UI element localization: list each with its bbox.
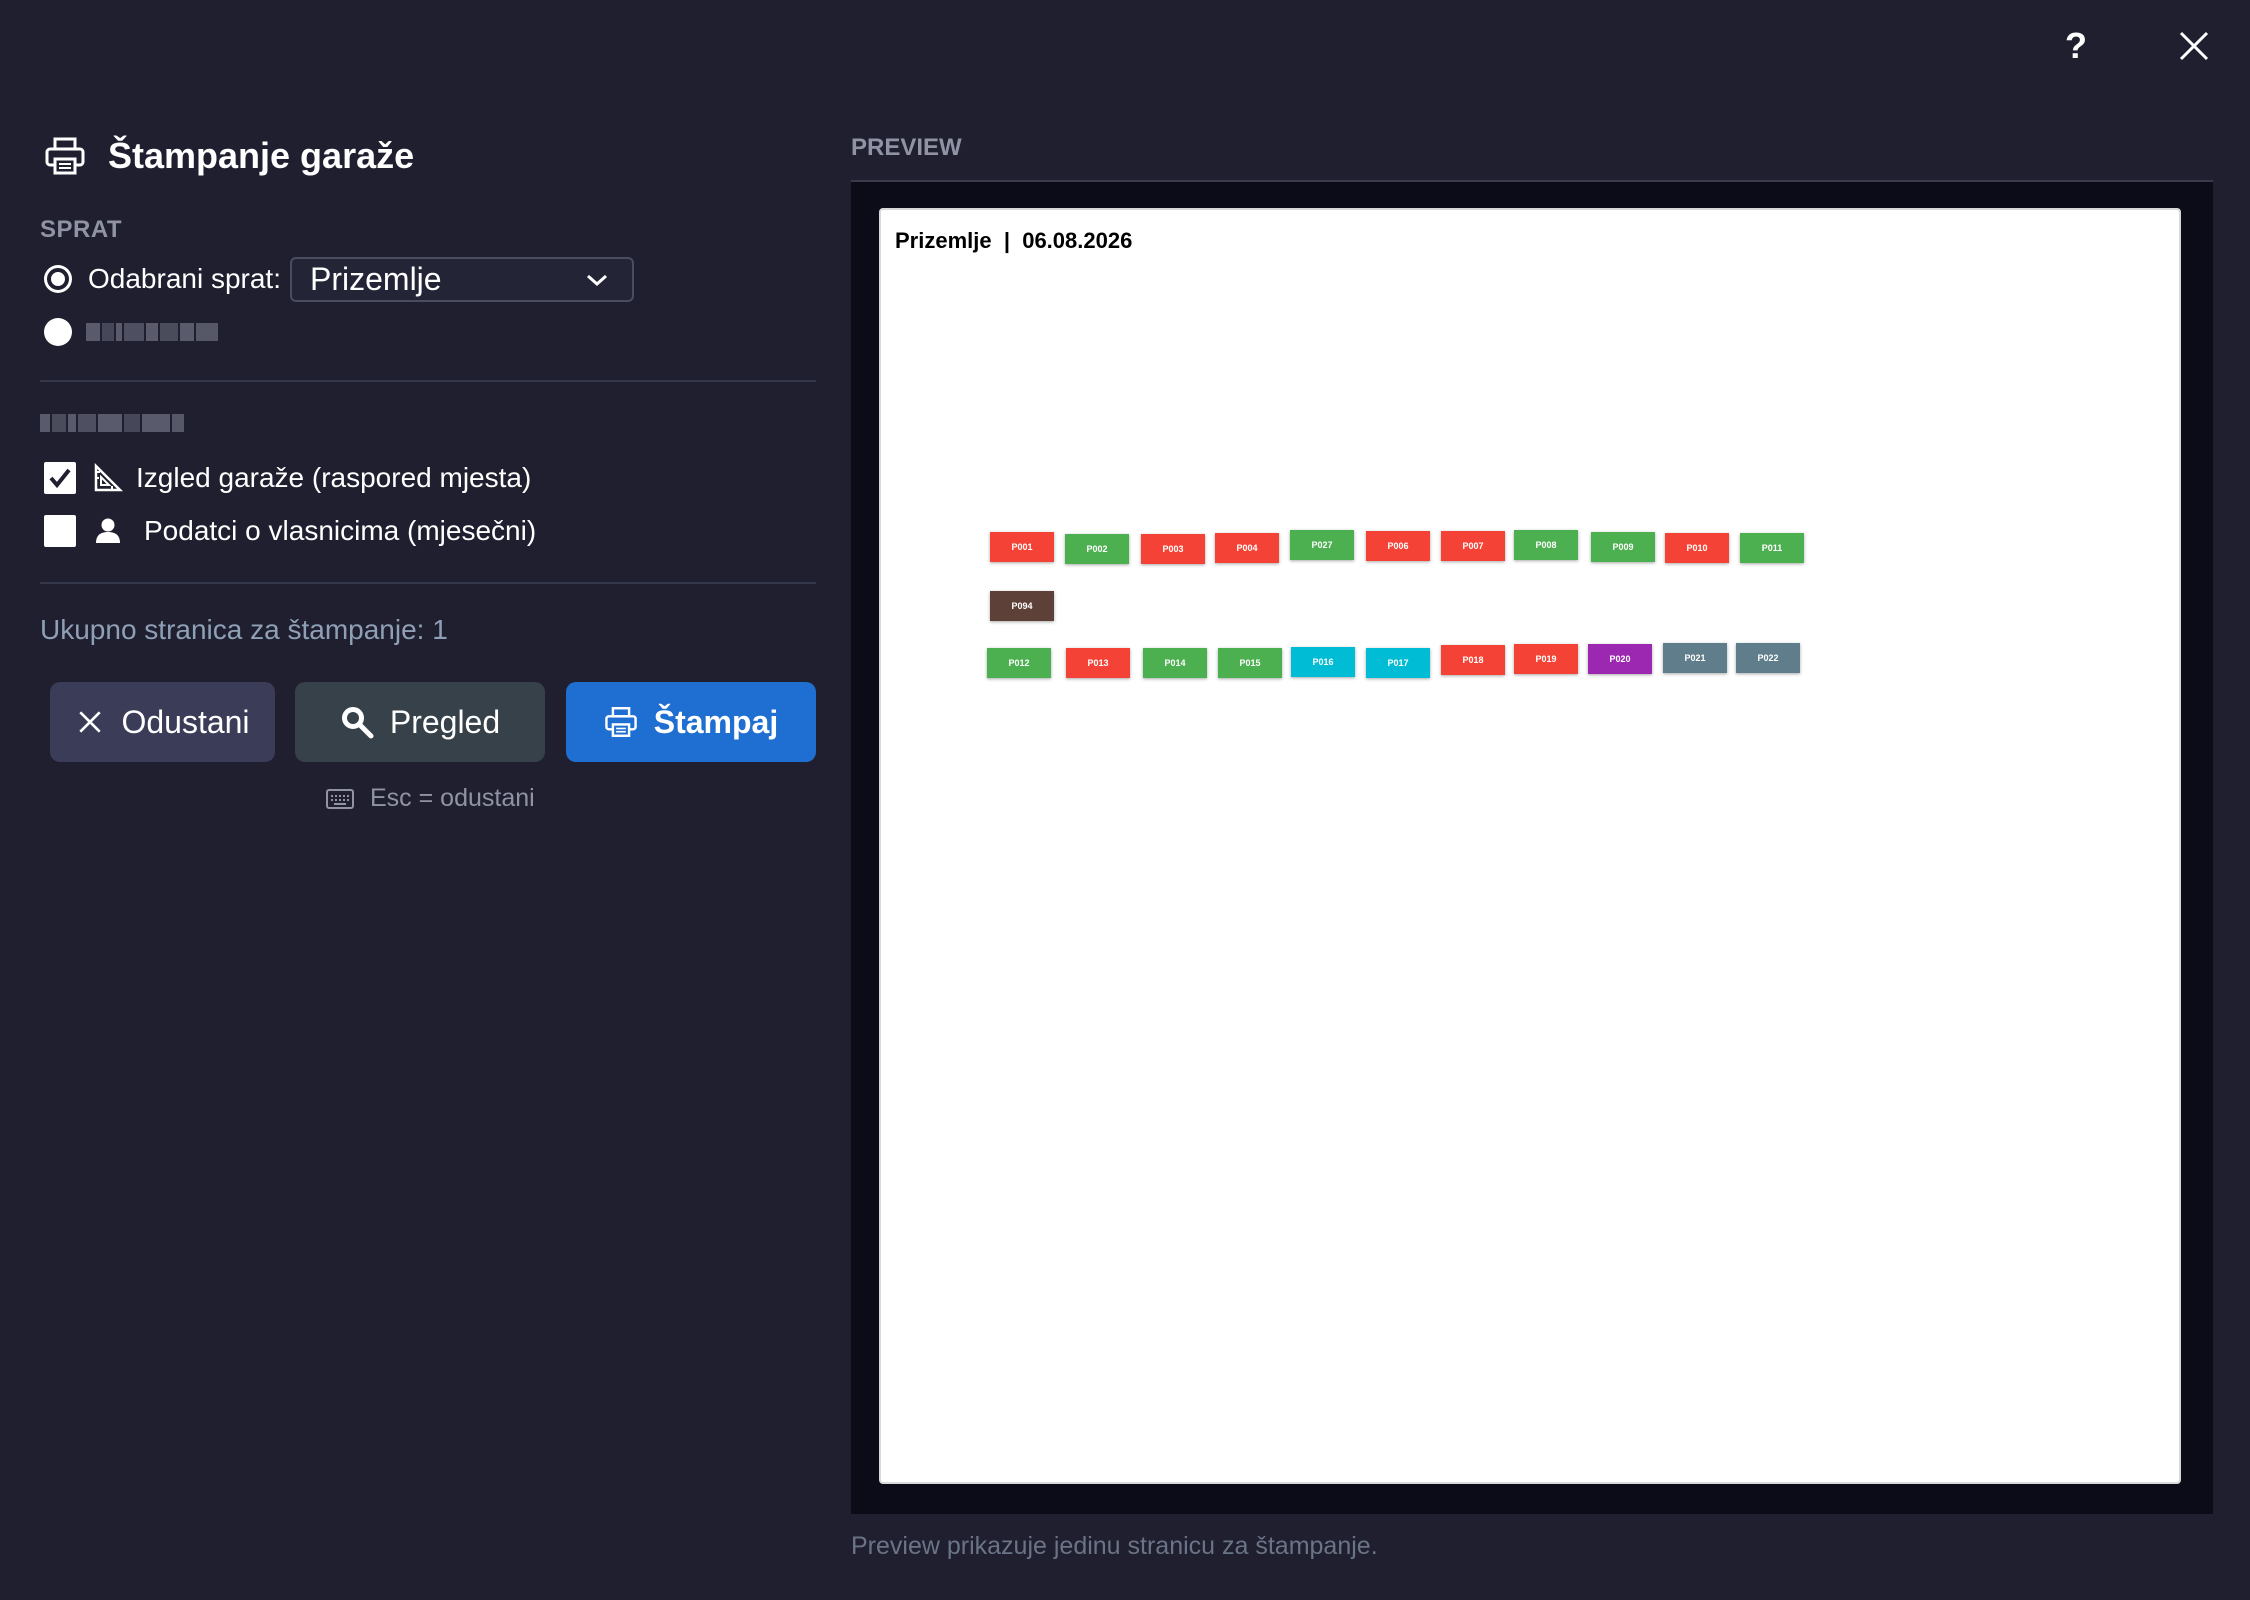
parking-spot: P016 — [1291, 647, 1355, 677]
parking-spot: P009 — [1591, 532, 1655, 562]
preview-label: PREVIEW — [851, 134, 962, 161]
parking-spot: P019 — [1514, 644, 1578, 674]
parking-spot: P018 — [1441, 645, 1505, 675]
printer-icon — [604, 707, 637, 737]
floor-select[interactable]: Prizemlje — [290, 257, 634, 302]
divider — [40, 582, 816, 584]
printer-icon — [45, 137, 85, 175]
triangle-ruler-icon — [94, 462, 124, 492]
redacted-label — [86, 323, 218, 341]
magnifier-icon — [341, 707, 374, 739]
print-button[interactable]: Štampaj — [566, 682, 816, 762]
floor-section-label: SPRAT — [40, 216, 123, 243]
print-button-label: Štampaj — [653, 703, 779, 740]
keyboard-hint: Esc = odustani — [326, 784, 535, 813]
parking-spot: P007 — [1441, 531, 1505, 561]
parking-spot: P011 — [1740, 533, 1804, 563]
radio-selected-floor[interactable] — [44, 265, 72, 293]
parking-spot: P020 — [1588, 644, 1652, 674]
parking-spot: P094 — [990, 591, 1054, 621]
close-icon — [79, 711, 102, 733]
divider — [40, 380, 816, 382]
layout-label: Izgled garaže (raspored mjesta) — [136, 462, 532, 493]
radio-selected-floor-label: Odabrani sprat: — [88, 263, 281, 294]
preview-footer-text: Preview prikazuje jedinu stranicu za šta… — [851, 1532, 1378, 1560]
checkmark-icon — [49, 468, 71, 489]
parking-spot: P013 — [1066, 648, 1130, 678]
print-dialog: ? Štampanje garaže SPRAT Odabrani sprat:… — [0, 0, 2250, 1600]
owners-checkbox[interactable] — [44, 515, 76, 547]
dialog-header: Štampanje garaže — [44, 134, 414, 178]
radio-all-floors[interactable] — [44, 318, 72, 346]
parking-spot: P017 — [1366, 648, 1430, 678]
parking-spot: P022 — [1736, 643, 1800, 673]
preview-frame: Prizemlje | 06.08.2026 P001 P002 P003 P004 P… — [851, 180, 2213, 1514]
keyboard-icon — [326, 788, 354, 809]
parking-spot: P012 — [987, 648, 1051, 678]
cancel-button-label: Odustani — [121, 703, 250, 740]
parking-spot: P014 — [1143, 648, 1207, 678]
total-pages-text: Ukupno stranica za štampanje: 1 — [40, 614, 448, 645]
help-button[interactable]: ? — [2058, 24, 2094, 68]
layout-checkbox[interactable] — [44, 462, 76, 494]
parking-spot: P008 — [1514, 530, 1578, 560]
option-layout-row[interactable]: Izgled garaže (raspored mjesta) — [44, 462, 531, 494]
radio-selected-floor-row: Odabrani sprat: — [44, 263, 281, 295]
dialog-title: Štampanje garaže — [108, 135, 415, 176]
user-icon — [96, 518, 120, 543]
parking-spot: P003 — [1141, 534, 1205, 564]
parking-spot: P004 — [1215, 533, 1279, 563]
redacted-section-label — [40, 414, 184, 432]
owners-label: Podatci o vlasnicima (mjesečni) — [144, 515, 537, 546]
parking-spot: P010 — [1665, 533, 1729, 563]
close-dialog-button[interactable] — [2172, 24, 2216, 68]
preview-page: Prizemlje | 06.08.2026 P001 P002 P003 P004 P… — [879, 208, 2181, 1484]
floor-select-value: Prizemlje — [310, 261, 442, 297]
parking-spot: P006 — [1366, 531, 1430, 561]
chevron-down-icon — [587, 274, 607, 287]
parking-spot: P002 — [1065, 534, 1129, 564]
option-owners-row[interactable]: Podatci o vlasnicima (mjesečni) — [44, 515, 536, 547]
parking-spot: P001 — [990, 532, 1054, 562]
hint-text: Esc = odustani — [370, 784, 535, 812]
parking-spot: P015 — [1218, 648, 1282, 678]
parking-spot: P027 — [1290, 530, 1354, 560]
parking-spot: P021 — [1663, 643, 1727, 673]
preview-button-label: Pregled — [389, 703, 501, 740]
page-header: Prizemlje | 06.08.2026 — [895, 228, 1133, 253]
radio-all-floors-row — [44, 318, 218, 346]
close-icon — [2179, 31, 2209, 61]
preview-button[interactable]: Pregled — [295, 682, 545, 762]
cancel-button[interactable]: Odustani — [50, 682, 275, 762]
